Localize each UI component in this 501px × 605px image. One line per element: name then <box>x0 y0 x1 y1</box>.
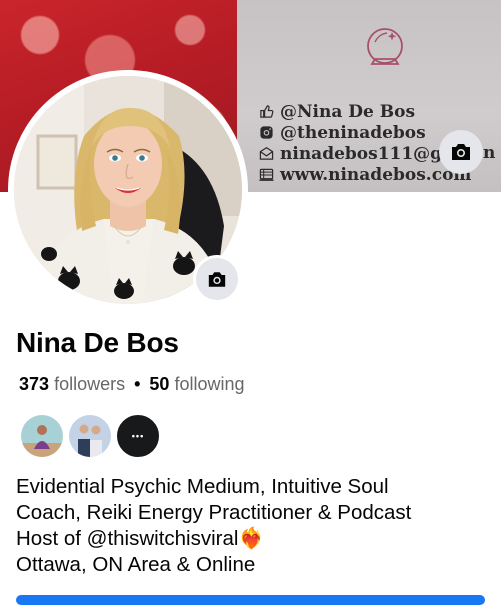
friend-photo <box>21 415 63 457</box>
bio-line: Coach, Reiki Energy Practitioner & Podca… <box>16 501 412 524</box>
followers-count: 373 <box>19 374 50 394</box>
globe-icon <box>258 167 274 183</box>
stats-separator: • <box>134 374 141 394</box>
cover-trailing-fragment: n <box>483 143 496 163</box>
thumbs-up-icon <box>258 104 274 120</box>
envelope-icon <box>258 146 274 162</box>
camera-icon <box>208 271 226 287</box>
more-friends-button[interactable]: ••• <box>115 413 161 459</box>
followers-label: followers <box>54 374 126 394</box>
bio-line: Evidential Psychic Medium, Intuitive Sou… <box>16 475 389 498</box>
following-link[interactable]: 50 following <box>149 374 244 394</box>
cover-line-facebook: @Nina De Bos <box>258 101 501 122</box>
followers-link[interactable]: 373 followers <box>19 374 125 394</box>
following-count: 50 <box>149 374 170 394</box>
friend-photo <box>69 415 111 457</box>
edit-cover-photo-button[interactable] <box>439 130 483 174</box>
crystal-ball-icon <box>367 28 403 65</box>
friend-avatar[interactable] <box>67 413 113 459</box>
camera-icon <box>452 144 470 160</box>
cover-website-text: www.ninadebos.com <box>280 164 472 185</box>
profile-name: Nina De Bos <box>16 327 179 358</box>
cover-instagram-text: @theninadebos <box>280 122 426 143</box>
follow-stats: 373 followers • 50 following <box>19 374 245 395</box>
bio-line: Host of @thiswitchisviral❤️‍🔥 <box>16 527 264 550</box>
edit-profile-picture-button[interactable] <box>193 255 241 303</box>
instagram-icon <box>258 125 274 141</box>
profile-bio: Evidential Psychic Medium, Intuitive Sou… <box>16 474 486 578</box>
bio-line-location: Ottawa, ON Area & Online <box>16 553 256 576</box>
friend-avatar[interactable] <box>19 413 65 459</box>
primary-action-button[interactable] <box>16 595 485 605</box>
cover-facebook-text: @Nina De Bos <box>280 101 416 122</box>
following-label: following <box>174 374 245 394</box>
more-icon: ••• <box>131 431 145 441</box>
